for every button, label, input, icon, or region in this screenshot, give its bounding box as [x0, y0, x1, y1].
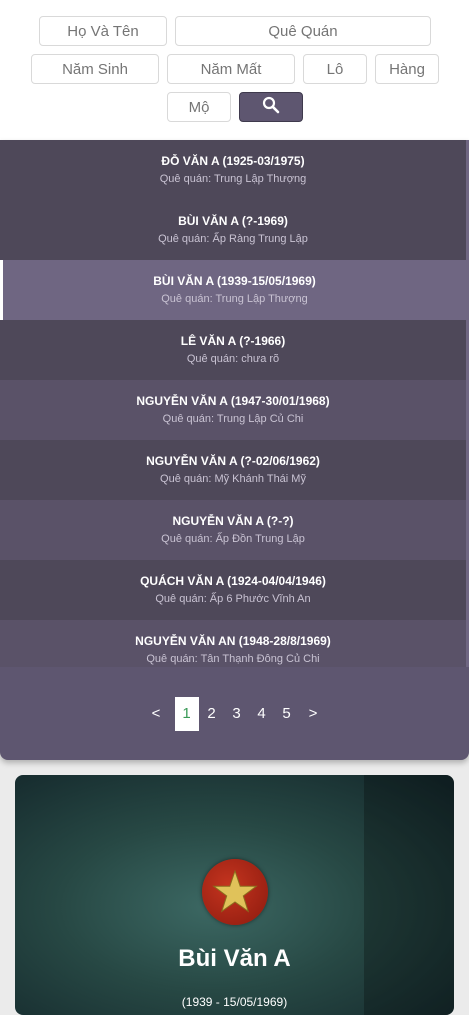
- page-3-button[interactable]: 3: [225, 697, 249, 731]
- page-1-button[interactable]: 1: [174, 697, 199, 731]
- results-panel: ĐỖ VĂN A (1925-03/1975) Quê quán: Trung …: [0, 140, 469, 760]
- list-item-hometown: Quê quán: Mỹ Khánh Thái Mỹ: [160, 473, 306, 485]
- list-item-hometown: Quê quán: Ấp 6 Phước Vĩnh An: [155, 593, 311, 605]
- detail-name: Bùi Văn A: [178, 945, 291, 972]
- list-item[interactable]: LÊ VĂN A (?-1966) Quê quán: chưa rõ: [0, 320, 466, 380]
- list-item[interactable]: NGUYỄN VĂN A (1947-30/01/1968) Quê quán:…: [0, 380, 466, 440]
- page-2-button[interactable]: 2: [200, 697, 224, 731]
- list-item-hometown: Quê quán: Trung Lập Củ Chi: [162, 413, 304, 425]
- search-form: [0, 0, 469, 141]
- pagination: < 1 2 3 4 5 >: [0, 697, 469, 731]
- star-emblem-icon: [202, 859, 268, 925]
- name-input[interactable]: [39, 16, 167, 46]
- list-item-hometown: Quê quán: Ấp Ràng Trung Lập: [158, 233, 308, 245]
- page-5-button[interactable]: 5: [275, 697, 299, 731]
- list-item-selected[interactable]: BÙI VĂN A (1939-15/05/1969) Quê quán: Tr…: [0, 260, 466, 320]
- list-item-hometown: Quê quán: Trung Lập Thượng: [161, 293, 308, 305]
- list-item-hometown: Quê quán: Trung Lập Thượng: [159, 173, 307, 185]
- row-input[interactable]: [375, 54, 439, 84]
- list-item-hometown: Quê quán: Ấp Đồn Trung Lập: [161, 533, 305, 545]
- list-item[interactable]: NGUYỄN VĂN A (?-?) Quê quán: Ấp Đồn Trun…: [0, 500, 466, 560]
- list-item-name: ĐỖ VĂN A (1925-03/1975): [161, 154, 305, 168]
- birth-year-input[interactable]: [31, 54, 159, 84]
- list-item-name: LÊ VĂN A (?-1966): [180, 334, 286, 348]
- prev-page-button[interactable]: <: [144, 697, 168, 731]
- card-background-shade: [364, 775, 454, 1015]
- list-item-name: NGUYỄN VĂN AN (1948-28/8/1969): [135, 634, 331, 648]
- list-item[interactable]: ĐỖ VĂN A (1925-03/1975) Quê quán: Trung …: [0, 140, 466, 200]
- death-year-input[interactable]: [167, 54, 295, 84]
- search-icon: [262, 96, 280, 119]
- detail-card: Bùi Văn A (1939 - 15/05/1969): [15, 775, 454, 1015]
- grave-input[interactable]: [167, 92, 231, 122]
- detail-dates: (1939 - 15/05/1969): [181, 995, 288, 1009]
- hometown-input[interactable]: [175, 16, 431, 46]
- list-item[interactable]: BÙI VĂN A (?-1969) Quê quán: Ấp Ràng Tru…: [0, 200, 466, 260]
- list-item-hometown: Quê quán: chưa rõ: [186, 353, 280, 365]
- list-item[interactable]: NGUYỄN VĂN AN (1948-28/8/1969) Quê quán:…: [0, 620, 466, 667]
- search-button[interactable]: [239, 92, 303, 122]
- list-item-name: NGUYỄN VĂN A (?-?): [172, 514, 294, 528]
- list-item[interactable]: QUÁCH VĂN A (1924-04/04/1946) Quê quán: …: [0, 560, 466, 620]
- plot-input[interactable]: [303, 54, 367, 84]
- list-item-name: NGUYỄN VĂN A (?-02/06/1962): [146, 454, 320, 468]
- list-item-name: NGUYỄN VĂN A (1947-30/01/1968): [136, 394, 330, 408]
- list-item-hometown: Quê quán: Tân Thạnh Đông Củ Chi: [146, 653, 320, 665]
- page-4-button[interactable]: 4: [250, 697, 274, 731]
- next-page-button[interactable]: >: [301, 697, 325, 731]
- list-item-name: BÙI VĂN A (1939-15/05/1969): [153, 274, 316, 288]
- list-item-name: QUÁCH VĂN A (1924-04/04/1946): [140, 574, 326, 588]
- list-item-name: BÙI VĂN A (?-1969): [178, 214, 288, 228]
- list-item[interactable]: NGUYỄN VĂN A (?-02/06/1962) Quê quán: Mỹ…: [0, 440, 466, 500]
